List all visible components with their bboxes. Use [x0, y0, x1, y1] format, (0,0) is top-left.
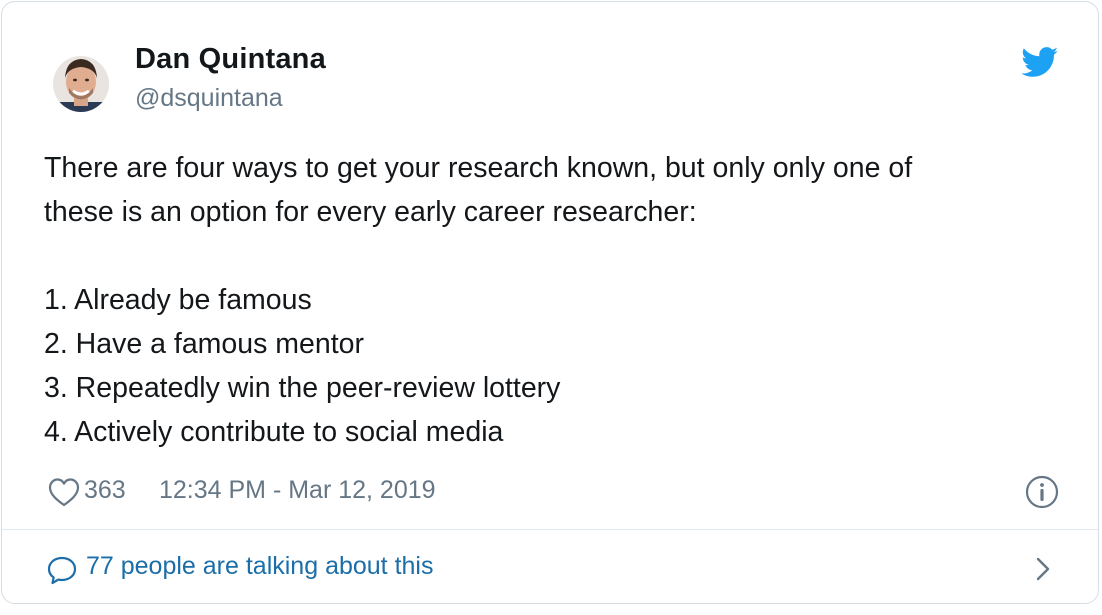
twitter-bird-icon[interactable]: [1021, 47, 1059, 78]
heart-icon[interactable]: [47, 476, 81, 508]
list-item: 2. Have a famous mentor: [44, 328, 364, 360]
list-item: 1. Already be famous: [44, 284, 312, 316]
speech-bubble-icon: [46, 554, 78, 586]
like-count[interactable]: 363: [84, 476, 126, 505]
list-item: 3. Repeatedly win the peer-review lotter…: [44, 372, 561, 404]
avatar[interactable]: [52, 44, 110, 116]
tweet-text: There are four ways to get your research…: [44, 146, 1064, 454]
chevron-right-icon[interactable]: [1033, 555, 1053, 583]
conversation-link-text[interactable]: 77 people are talking about this: [86, 552, 433, 581]
info-icon[interactable]: [1024, 474, 1060, 510]
list-item: 4. Actively contribute to social media: [44, 416, 504, 448]
tweet-line: these is an option for every early caree…: [44, 196, 697, 228]
tweet-line: There are four ways to get your research…: [44, 152, 913, 184]
tweet-meta: 363 12:34 PM - Mar 12, 2019: [47, 472, 1067, 510]
author-handle[interactable]: @dsquintana: [135, 84, 283, 113]
conversation-link[interactable]: 77 people are talking about this: [2, 530, 1098, 603]
author-name[interactable]: Dan Quintana: [135, 43, 326, 76]
tweet-timestamp[interactable]: 12:34 PM - Mar 12, 2019: [159, 476, 436, 505]
tweet-card: Dan Quintana @dsquintana There are four …: [1, 1, 1099, 604]
